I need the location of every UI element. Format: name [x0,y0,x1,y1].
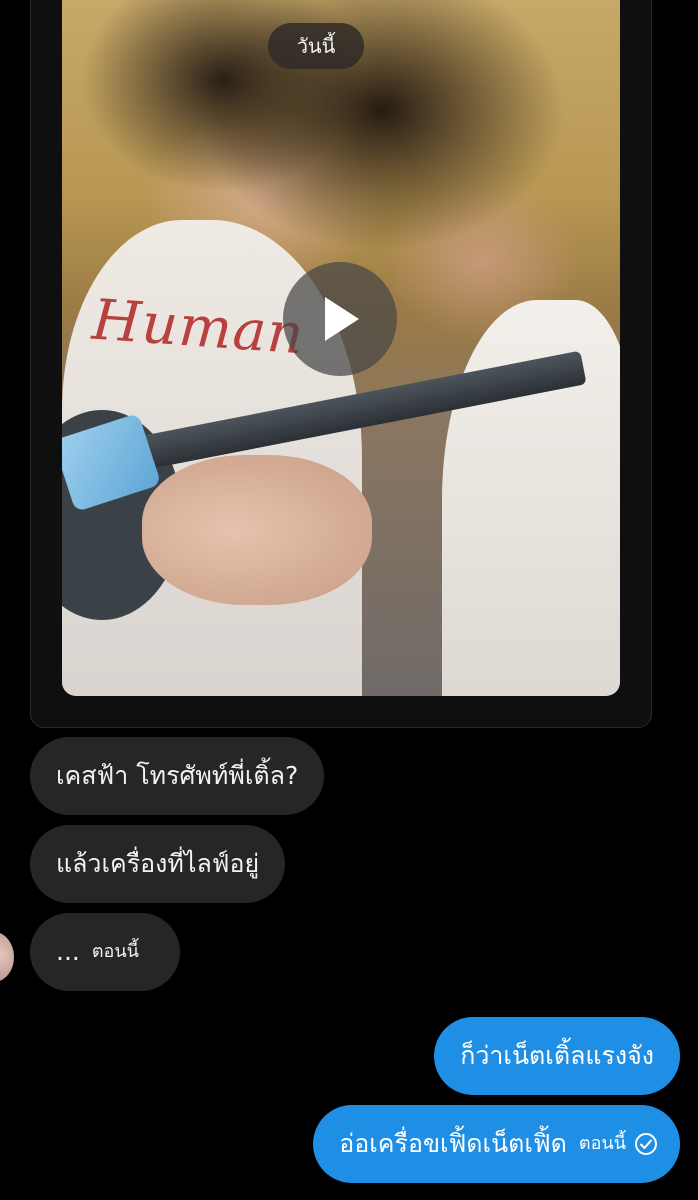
message-time: ตอนนี้ [578,1133,626,1154]
avatar[interactable] [0,932,14,982]
message-incoming-2[interactable]: แล้วเครื่องที่ไลฟ์อยู่ [30,825,286,903]
check-circle-icon [635,1133,657,1155]
date-header: วันนี้ [268,23,364,69]
message-outgoing-1[interactable]: ก็ว่าเน็ตเติ้ลแรงจัง [434,1017,680,1095]
message-time: ตอนนี้ [91,941,139,962]
message-text: อ่อเครื่อขเฟิ้ดเน็ตเฟิ้ด [339,1129,567,1158]
message-text: เคสฟ้า โทรศัพท์พี่เติ้ล? [56,761,299,790]
message-text: แล้วเครื่องที่ไลฟ์อยู่ [56,849,260,878]
play-button[interactable] [283,262,397,376]
arm [142,455,372,605]
play-icon [325,297,359,341]
message-incoming-3[interactable]: ... ตอนนี้ [30,913,180,991]
message-incoming-1[interactable]: เคสฟ้า โทรศัพท์พี่เติ้ล? [30,737,325,815]
message-text: ก็ว่าเน็ตเติ้ลแรงจัง [460,1041,654,1070]
message-text: ... [56,937,80,966]
message-outgoing-2[interactable]: อ่อเครื่อขเฟิ้ดเน็ตเฟิ้ด ตอนนี้ [313,1105,680,1183]
